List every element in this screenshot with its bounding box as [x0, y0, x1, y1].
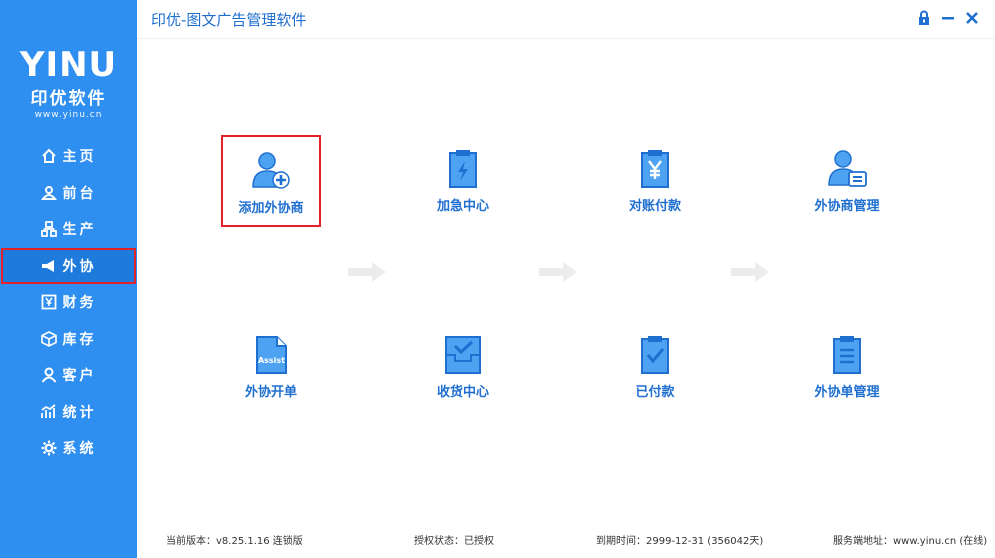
sidebar-item-customer[interactable]: 客户	[0, 357, 137, 394]
clipboard-check-icon	[641, 336, 669, 374]
sidebar-item-front[interactable]: 前台	[0, 175, 137, 212]
inbox-check-icon	[445, 336, 481, 374]
sidebar-item-statistics[interactable]: 统计	[0, 394, 137, 431]
sidebar-item-label: 客户	[62, 368, 97, 385]
box-icon	[40, 330, 57, 347]
tile-add-vendor[interactable]: 添加外协商	[221, 135, 321, 227]
flow-arrow-icon	[731, 262, 769, 282]
sidebar-item-production[interactable]: 生产	[0, 211, 137, 248]
tile-label: 已付款	[635, 385, 675, 400]
logo: YINU 印优软件 www.yinu.cn	[0, 48, 137, 120]
sidebar-item-outsource[interactable]: 外协	[1, 247, 136, 284]
logo-name: 印优软件	[30, 89, 107, 109]
sidebar-item-inventory[interactable]: 库存	[0, 321, 137, 358]
tile-label: 外协开单	[244, 385, 297, 400]
sidebar-item-label: 财务	[62, 295, 97, 312]
user-front-icon	[40, 185, 57, 200]
tile-paid[interactable]: 已付款	[605, 321, 705, 413]
status-license: 授权状态：已授权	[414, 536, 494, 547]
close-icon[interactable]	[964, 10, 980, 26]
logo-mark: YINU	[19, 45, 118, 85]
sidebar-item-label: 库存	[62, 331, 97, 348]
sidebar-item-label: 前台	[62, 185, 97, 202]
clipboard-list-icon	[833, 336, 861, 374]
sidebar-item-label: 主页	[62, 149, 97, 166]
sidebar-item-system[interactable]: 系统	[0, 430, 137, 467]
tile-label: 对账付款	[628, 199, 681, 214]
lock-icon[interactable]	[916, 10, 932, 26]
app-title: 印优-图文广告管理软件	[151, 11, 307, 29]
tile-label: 外协商管理	[814, 199, 880, 214]
tile-label: 加急中心	[436, 199, 489, 214]
sidebar-item-label: 外协	[62, 258, 97, 275]
sidebar-item-home[interactable]: 主页	[0, 138, 137, 175]
sidebar-item-label: 统计	[62, 404, 97, 421]
tile-order-manage[interactable]: 外协单管理	[797, 321, 897, 413]
minimize-icon[interactable]	[940, 10, 956, 26]
clipboard-yen-icon	[641, 150, 669, 188]
status-bar: 当前版本：v8.25.1.16 连锁版 授权状态：已授权 到期时间：2999-1…	[137, 519, 995, 558]
status-server: 服务端地址：www.yinu.cn (在线)	[833, 536, 988, 547]
logo-url: www.yinu.cn	[34, 110, 103, 120]
tile-label: 收货中心	[436, 385, 489, 400]
share-icon	[41, 259, 54, 272]
main-panel: 添加外协商 加急中心 对账付款 外协商管理 Assist 外协开单 收货中心 已…	[137, 39, 995, 519]
user-card-icon	[828, 150, 867, 187]
org-chart-icon	[40, 221, 57, 238]
title-bar: 印优-图文广告管理软件	[137, 0, 995, 39]
tile-label: 外协单管理	[814, 385, 880, 400]
flow-arrow-icon	[539, 262, 577, 282]
sidebar-item-label: 生产	[62, 222, 97, 239]
document-assist-icon: Assist	[256, 336, 287, 374]
tile-vendor-manage[interactable]: 外协商管理	[797, 135, 897, 227]
tile-label: 添加外协商	[238, 201, 304, 216]
tile-rush-center[interactable]: 加急中心	[413, 135, 513, 227]
sidebar-item-label: 系统	[62, 441, 97, 458]
yen-box-icon	[41, 294, 56, 310]
status-version: 当前版本：v8.25.1.16 连锁版	[166, 536, 303, 547]
clipboard-lightning-icon	[449, 150, 477, 188]
chart-icon	[40, 404, 56, 418]
home-icon	[41, 148, 56, 164]
tile-receive-center[interactable]: 收货中心	[413, 321, 513, 413]
tile-reconcile-pay[interactable]: 对账付款	[605, 135, 705, 227]
assist-icon-text: Assist	[258, 356, 285, 365]
sidebar-item-finance[interactable]: 财务	[0, 284, 137, 321]
tile-outsource-order[interactable]: Assist 外协开单	[221, 321, 321, 413]
status-expiry: 到期时间：2999-12-31 (356042天)	[596, 536, 764, 547]
user-add-icon	[252, 152, 290, 189]
flow-arrow-icon	[348, 262, 386, 282]
sidebar-nav: 主页 前台 生产 外协 财务 库存 客户 统计 系统	[0, 138, 137, 467]
sidebar: YINU 印优软件 www.yinu.cn 主页 前台 生产 外协 财务 库存	[0, 0, 137, 558]
gear-icon	[41, 440, 56, 456]
user-icon	[41, 367, 56, 383]
